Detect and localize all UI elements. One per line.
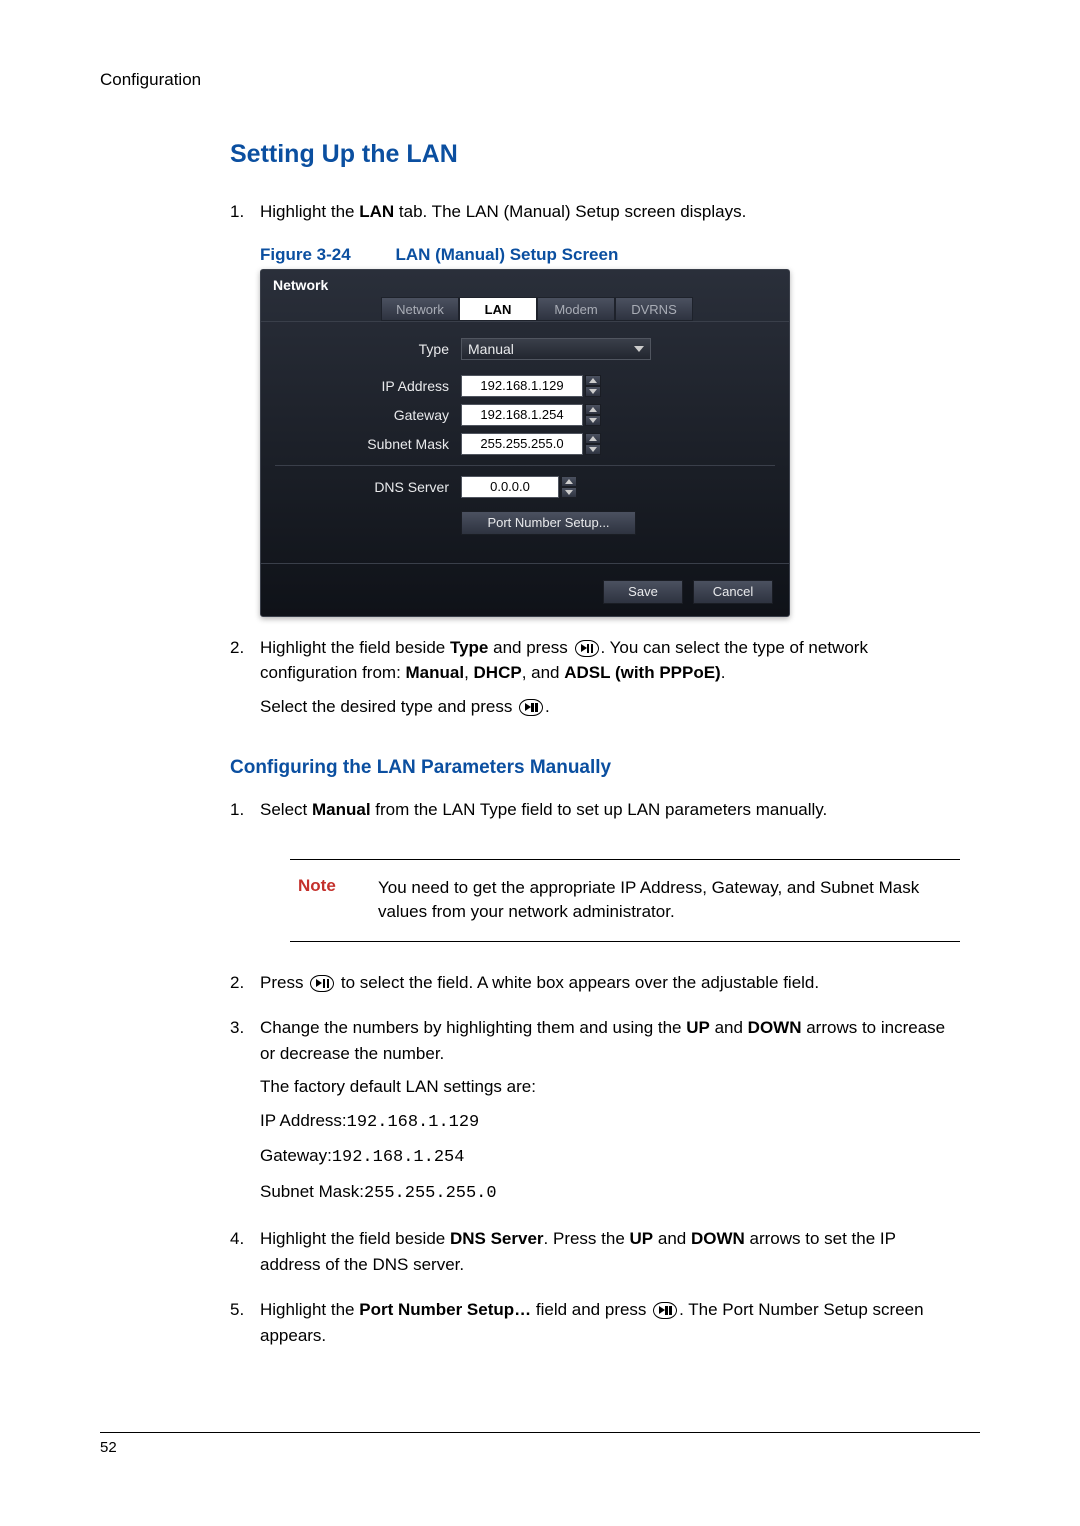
default-ip: IP Address:192.168.1.129 [260,1108,960,1136]
label-gateway: Gateway [261,407,461,423]
step-number: 3. [230,1015,260,1214]
play-pause-icon [653,1302,677,1319]
step-text: Press to select the field. A white box a… [260,970,960,996]
step-number: 5. [230,1297,260,1356]
default-gateway: Gateway:192.168.1.254 [260,1143,960,1171]
type-select[interactable]: Manual [461,338,651,360]
label-type: Type [261,341,461,357]
screenshot-lan-setup: Network Network LAN Modem DVRNS Type Man… [260,269,790,617]
step-text: Highlight the field beside DNS Server. P… [260,1226,960,1277]
cancel-button[interactable]: Cancel [693,580,773,604]
note-text: You need to get the appropriate IP Addre… [378,876,952,925]
dialog-title: Network [261,270,789,297]
chevron-down-icon [634,346,644,352]
step-text: The factory default LAN settings are: [260,1074,960,1100]
step-text: Select the desired type and press . [260,694,960,720]
footer: 52 [100,1432,980,1456]
label-subnet: Subnet Mask [261,436,461,452]
tab-lan[interactable]: LAN [459,297,537,321]
step-number: 2. [230,635,260,728]
label-ip: IP Address [261,378,461,394]
figure-title: LAN (Manual) Setup Screen [395,245,618,264]
gateway-field[interactable]: 192.168.1.254 [461,404,583,426]
page-number: 52 [100,1439,980,1456]
ip-address-field[interactable]: 192.168.1.129 [461,375,583,397]
step-text: Change the numbers by highlighting them … [260,1015,960,1066]
gateway-spinner[interactable] [585,404,601,426]
dns-field[interactable]: 0.0.0.0 [461,476,559,498]
ip-spinner[interactable] [585,375,601,397]
tab-network[interactable]: Network [381,297,459,321]
label-dns: DNS Server [261,479,461,495]
step-text: Select Manual from the LAN Type field to… [260,797,960,823]
step-number: 1. [230,797,260,831]
dns-spinner[interactable] [561,476,577,498]
step-number: 1. [230,199,260,233]
step-text: Highlight the LAN tab. The LAN (Manual) … [260,199,960,225]
step-number: 4. [230,1226,260,1285]
step-number: 2. [230,970,260,1004]
section-title: Setting Up the LAN [230,140,960,169]
tab-dvrns[interactable]: DVRNS [615,297,693,321]
step-text: Highlight the field beside Type and pres… [260,635,960,686]
subsection-title: Configuring the LAN Parameters Manually [230,757,960,779]
tab-modem[interactable]: Modem [537,297,615,321]
note-block: Note You need to get the appropriate IP … [290,859,960,942]
subnet-spinner[interactable] [585,433,601,455]
play-pause-icon [575,640,599,657]
default-subnet: Subnet Mask:255.255.255.0 [260,1179,960,1207]
step-text: Highlight the Port Number Setup… field a… [260,1297,960,1348]
page-header: Configuration [100,70,980,90]
play-pause-icon [519,699,543,716]
note-label: Note [298,876,378,925]
figure-number: Figure 3-24 [260,245,351,264]
port-number-setup-button[interactable]: Port Number Setup... [461,511,636,535]
subnet-field[interactable]: 255.255.255.0 [461,433,583,455]
save-button[interactable]: Save [603,580,683,604]
figure-caption: Figure 3-24 LAN (Manual) Setup Screen [260,245,960,265]
play-pause-icon [310,975,334,992]
